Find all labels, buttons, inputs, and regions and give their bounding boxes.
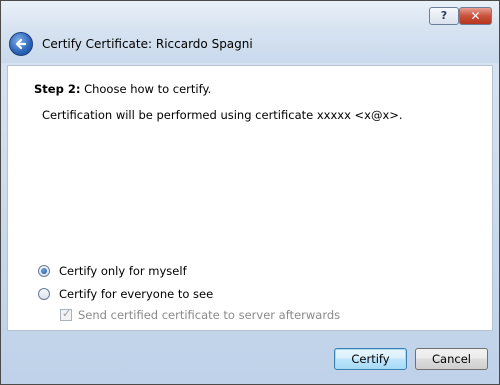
cancel-button[interactable]: Cancel <box>415 348 488 370</box>
radio-label-everyone: Certify for everyone to see <box>59 287 214 301</box>
dialog-window: ? ✕ Certify Certificate: Riccardo Spagni… <box>0 0 500 385</box>
step-label: Step 2: <box>34 82 81 96</box>
close-button[interactable]: ✕ <box>459 7 492 25</box>
step-text: Choose how to certify. <box>80 82 212 96</box>
dialog-title: Certify Certificate: Riccardo Spagni <box>42 37 253 51</box>
title-bar <box>1 1 499 63</box>
radio-label-myself: Certify only for myself <box>59 264 187 278</box>
back-arrow-icon <box>15 38 27 50</box>
radio-certify-everyone[interactable]: Certify for everyone to see <box>38 287 213 301</box>
radio-certify-myself[interactable]: Certify only for myself <box>38 264 187 278</box>
help-button[interactable]: ? <box>429 7 459 25</box>
radio-button[interactable] <box>38 288 50 300</box>
checkmark-icon: ✓ <box>62 307 72 320</box>
certify-button[interactable]: Certify <box>334 348 407 370</box>
radio-button-checked[interactable] <box>38 265 50 277</box>
wizard-page: Step 2: Choose how to certify. Certifica… <box>7 65 493 331</box>
step-heading: Step 2: Choose how to certify. <box>34 82 211 96</box>
back-button[interactable] <box>9 32 33 56</box>
send-to-server-checkbox: ✓ <box>60 307 72 321</box>
send-to-server-label: Send certified certificate to server aft… <box>78 308 341 322</box>
info-text: Certification will be performed using ce… <box>42 108 403 122</box>
send-to-server-option: ✓ Send certified certificate to server a… <box>60 307 341 322</box>
